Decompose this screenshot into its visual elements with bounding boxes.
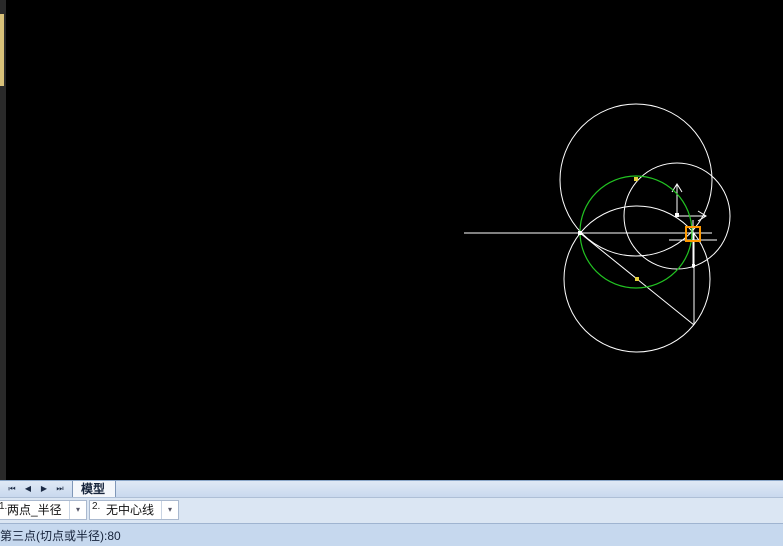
circle-green-preview: [579, 175, 693, 289]
option-label: 无中心线: [106, 503, 155, 517]
drawing-canvas[interactable]: [0, 0, 783, 480]
layout-tabs-bar: ⏮ ◀ ▶ ⏭ 模型: [0, 480, 783, 497]
command-prompt-text: 第三点(切点或半径):80: [0, 529, 121, 543]
option-centerline-dropdown[interactable]: 2. 无中心线 ▾: [89, 500, 179, 520]
prev-layout-icon[interactable]: ◀: [21, 483, 35, 495]
chevron-down-icon[interactable]: ▾: [69, 501, 86, 519]
option-label: 两点_半径: [7, 503, 62, 517]
grip-point: [578, 231, 582, 235]
next-layout-icon[interactable]: ▶: [37, 483, 51, 495]
grip-point: [675, 213, 679, 217]
grip-point: [692, 264, 695, 267]
snap-marker-top: [634, 177, 638, 181]
chevron-down-icon[interactable]: ▾: [161, 501, 178, 519]
drawing-svg: [464, 103, 731, 353]
command-option-bar: 1. 两点_半径 ▾ 2. 无中心线 ▾: [0, 497, 783, 523]
last-layout-icon[interactable]: ⏭: [53, 483, 67, 495]
tab-model[interactable]: 模型: [72, 481, 117, 497]
snap-marker-mid: [635, 277, 639, 281]
status-bar: 第三点(切点或半径):80: [0, 523, 783, 546]
option-number: 2.: [92, 501, 101, 512]
option-method-dropdown[interactable]: 1. 两点_半径 ▾: [0, 500, 87, 520]
first-layout-icon[interactable]: ⏮: [5, 483, 19, 495]
